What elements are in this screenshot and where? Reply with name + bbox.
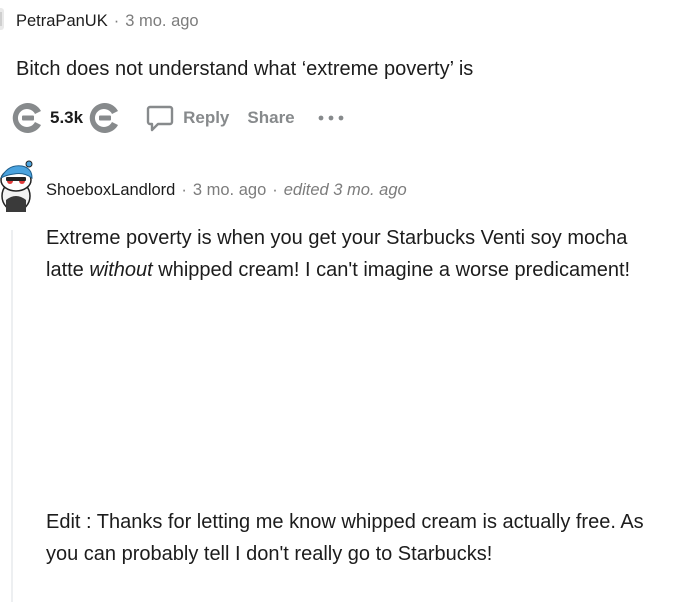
reply-text-italic: without <box>89 259 153 281</box>
reply-edit-note: Edit : Thanks for letting me know whippe… <box>46 506 656 570</box>
share-label: Share <box>247 108 295 127</box>
comment-timestamp[interactable]: 3 mo. ago <box>125 12 198 31</box>
comment-body: Bitch does not understand what ‘extreme … <box>16 53 686 85</box>
vote-count: 5.3k <box>50 108 84 127</box>
reply-text: Extreme poverty is when you get your Sta… <box>46 222 656 286</box>
edited-label: edited 3 mo. ago <box>283 181 407 199</box>
edit-note-text: Edit : Thanks for letting me know whippe… <box>46 511 644 565</box>
comment-text: Bitch does not understand what ‘extreme … <box>16 58 474 80</box>
reply-label: Reply <box>183 108 230 127</box>
reply-meta: ShoeboxLandlord · 3 mo. ago · edited 3 m… <box>46 181 407 200</box>
share-button[interactable]: Share <box>247 108 294 128</box>
meta-separator: · <box>272 181 278 199</box>
reply-text-part: whipped cream! I can't imagine a worse p… <box>152 259 631 281</box>
comment-actions: 5.3k Reply Share <box>10 100 345 136</box>
reply-button[interactable]: Reply <box>145 103 229 133</box>
meta-separator: · <box>113 12 120 30</box>
comment-author[interactable]: PetraPanUK <box>16 12 108 31</box>
reply-body: Extreme poverty is when you get your Sta… <box>46 222 656 286</box>
reply-author[interactable]: ShoeboxLandlord <box>46 181 175 200</box>
user-avatar-icon[interactable] <box>0 6 8 34</box>
more-dots-icon[interactable] <box>317 113 345 123</box>
user-avatar-icon[interactable] <box>0 156 38 214</box>
speech-bubble-icon <box>146 105 174 132</box>
comment-meta: PetraPanUK · 3 mo. ago <box>16 12 199 31</box>
meta-separator: · <box>181 181 187 199</box>
thread-line[interactable] <box>11 230 13 602</box>
upvote-icon[interactable] <box>10 101 44 135</box>
downvote-icon[interactable] <box>87 101 121 135</box>
reply-timestamp[interactable]: 3 mo. ago <box>193 181 266 200</box>
